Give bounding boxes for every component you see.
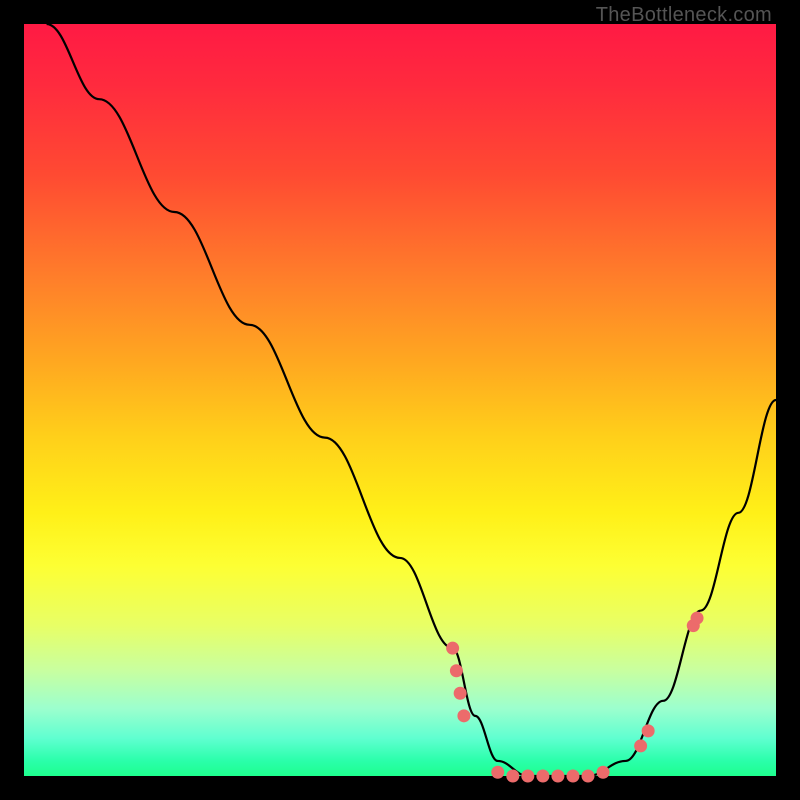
- scatter-point: [691, 612, 704, 625]
- chart-svg: [24, 24, 776, 776]
- scatter-points: [446, 612, 703, 783]
- bottleneck-curve: [47, 24, 776, 776]
- scatter-point: [506, 770, 519, 783]
- scatter-point: [536, 770, 549, 783]
- scatter-point: [491, 766, 504, 779]
- scatter-point: [450, 664, 463, 677]
- scatter-point: [634, 739, 647, 752]
- scatter-point: [551, 770, 564, 783]
- scatter-point: [566, 770, 579, 783]
- chart-container: { "watermark": "TheBottleneck.com", "cha…: [0, 0, 800, 800]
- scatter-point: [521, 770, 534, 783]
- scatter-point: [597, 766, 610, 779]
- scatter-point: [454, 687, 467, 700]
- scatter-point: [457, 709, 470, 722]
- scatter-point: [582, 770, 595, 783]
- scatter-point: [446, 642, 459, 655]
- scatter-point: [642, 724, 655, 737]
